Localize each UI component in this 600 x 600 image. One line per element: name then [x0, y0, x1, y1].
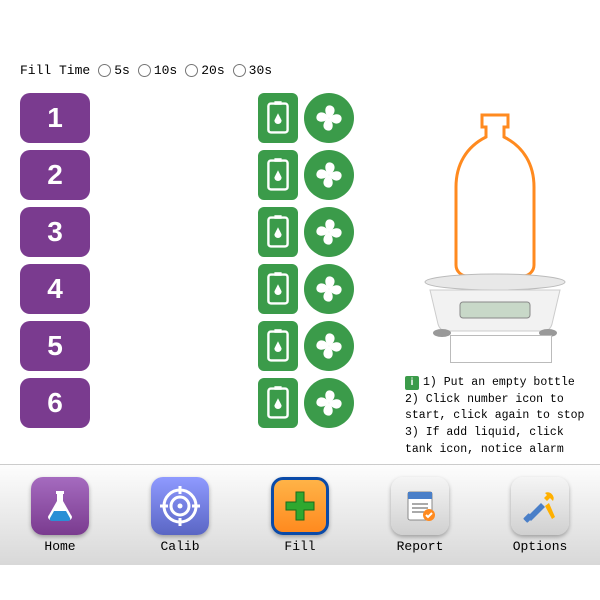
channel-4-button[interactable]: 4: [20, 264, 90, 314]
nav-options[interactable]: Options: [500, 477, 580, 554]
weight-display: [450, 335, 552, 363]
channel-6-button[interactable]: 6: [20, 378, 90, 428]
navbar: Home Calib Fill Report Options: [0, 464, 600, 565]
pipe: [352, 232, 376, 236]
nav-fill[interactable]: Fill: [260, 477, 340, 554]
scale-illustration: [410, 110, 580, 344]
pipe: [352, 346, 376, 350]
pump-6-icon[interactable]: [304, 378, 354, 428]
pump-1-icon[interactable]: [304, 93, 354, 143]
channel-2-button[interactable]: 2: [20, 150, 90, 200]
report-icon: [391, 477, 449, 535]
tank-6-icon[interactable]: [258, 378, 298, 428]
fill-time-30s[interactable]: 30s: [233, 63, 272, 78]
channel-5-button[interactable]: 5: [20, 321, 90, 371]
nav-calib[interactable]: Calib: [140, 477, 220, 554]
tank-5-icon[interactable]: [258, 321, 298, 371]
tank-1-icon[interactable]: [258, 93, 298, 143]
pipe: [352, 175, 376, 179]
fill-time-group: Fill Time 5s 10s 20s 30s: [20, 63, 272, 78]
fill-time-20s[interactable]: 20s: [185, 63, 224, 78]
pipe: [372, 93, 492, 97]
plus-icon: [271, 477, 329, 535]
tank-2-icon[interactable]: [258, 150, 298, 200]
target-icon: [151, 477, 209, 535]
pump-2-icon[interactable]: [304, 150, 354, 200]
pump-3-icon[interactable]: [304, 207, 354, 257]
pump-5-icon[interactable]: [304, 321, 354, 371]
tools-icon: [511, 477, 569, 535]
nav-report[interactable]: Report: [380, 477, 460, 554]
channel-3-button[interactable]: 3: [20, 207, 90, 257]
pipe: [352, 403, 376, 407]
channel-1-button[interactable]: 1: [20, 93, 90, 143]
pipe: [352, 118, 376, 122]
nav-home[interactable]: Home: [20, 477, 100, 554]
flask-icon: [31, 477, 89, 535]
fill-time-5s[interactable]: 5s: [98, 63, 130, 78]
pipe: [352, 289, 376, 293]
instructions-text: i1) Put an empty bottle 2) Click number …: [405, 375, 600, 458]
fill-time-10s[interactable]: 10s: [138, 63, 177, 78]
info-icon: i: [405, 376, 419, 390]
pump-4-icon[interactable]: [304, 264, 354, 314]
fill-time-label: Fill Time: [20, 63, 90, 78]
pipe: [372, 93, 376, 443]
tank-4-icon[interactable]: [258, 264, 298, 314]
tank-3-icon[interactable]: [258, 207, 298, 257]
pipe: [238, 118, 242, 440]
